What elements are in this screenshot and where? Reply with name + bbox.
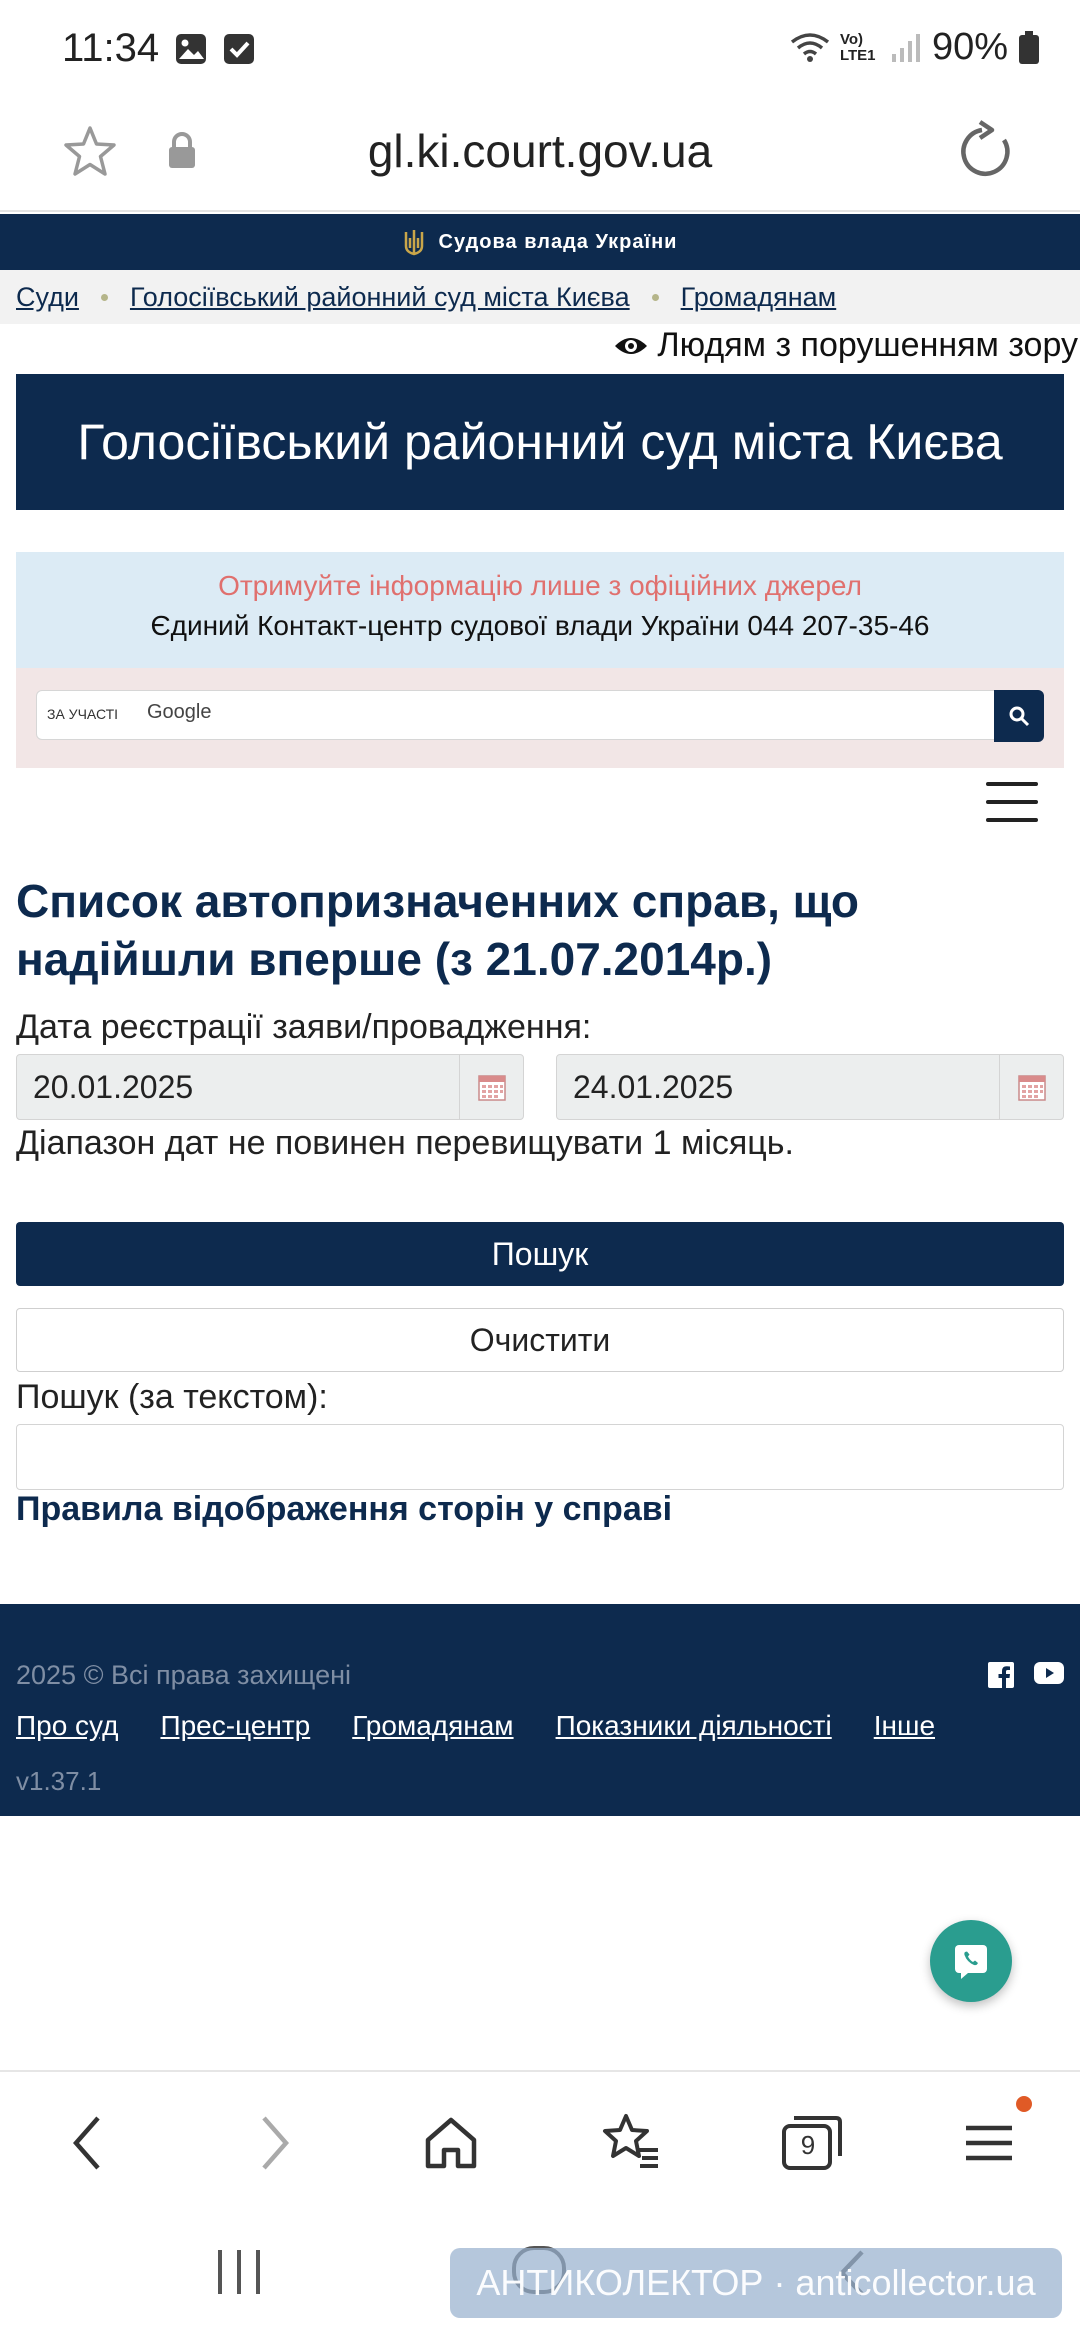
notification-dot	[1016, 2096, 1032, 2112]
breadcrumb-separator	[651, 293, 659, 301]
watermark: АНТИКОЛЕКТОР · anticollector.ua	[450, 2248, 1062, 2318]
call-button[interactable]	[930, 1920, 1012, 2002]
judiciary-title: Судова влада України	[438, 230, 678, 253]
site-footer: 2025 © Всі права захищені Про суд Прес-ц…	[0, 1604, 1080, 1816]
recents-icon[interactable]	[218, 2250, 260, 2294]
phone-chat-icon	[955, 1945, 987, 1979]
signal-icon	[891, 33, 920, 62]
site-version: v1.37.1	[16, 1766, 102, 1796]
footer-links: Про суд Прес-центр Громадянам Показники …	[16, 1710, 935, 1742]
url-text[interactable]: gl.ki.court.gov.ua	[0, 124, 1080, 178]
text-search-label: Пошук (за текстом):	[16, 1378, 328, 1416]
google-brand: Google	[147, 701, 212, 723]
date-range-hint: Діапазон дат не повинен перевищувати 1 м…	[16, 1124, 794, 1162]
date-to-value: 24.01.2025	[573, 1069, 734, 1105]
tab-count: 9	[800, 2130, 816, 2160]
menu-hamburger-icon[interactable]	[986, 782, 1038, 826]
date-from-value: 20.01.2025	[33, 1069, 194, 1105]
wifi-icon	[790, 32, 830, 62]
date-range-label: Дата реєстрації заяви/провадження:	[16, 1008, 592, 1046]
breadcrumb-courts[interactable]: Суди	[16, 282, 79, 313]
official-sources-warning: Отримуйте інформацію лише з офіційних дж…	[218, 570, 862, 601]
copyright: 2025 © Всі права захищені	[16, 1660, 351, 1690]
google-search-input[interactable]: ЗА УЧАСТІ Google	[36, 690, 1044, 742]
network-label: Vo) LTE1	[839, 30, 876, 64]
clear-button[interactable]: Очистити	[16, 1308, 1064, 1372]
eye-icon	[615, 337, 648, 354]
search-button[interactable]: Пошук	[16, 1222, 1064, 1286]
battery-icon	[1019, 30, 1039, 64]
home-icon[interactable]	[416, 2108, 486, 2178]
breadcrumb-separator	[100, 293, 108, 301]
party-display-rules-link[interactable]: Правила відображення сторін у справі	[16, 1490, 672, 1529]
contact-center-info: Єдиний Контакт-центр судової влади Украї…	[150, 610, 930, 641]
breadcrumb: Суди Голосіївський районний суд міста Ки…	[0, 270, 1080, 324]
facebook-icon[interactable]	[988, 1662, 1014, 1688]
judiciary-top-band[interactable]: Судова влада України	[0, 214, 1080, 270]
back-arrow-icon[interactable]	[54, 2108, 124, 2178]
battery-percent: 90%	[931, 26, 1008, 68]
browser-menu-icon[interactable]	[954, 2108, 1024, 2178]
footer-link-press[interactable]: Прес-центр	[160, 1710, 310, 1742]
status-indicators: Vo) LTE1 90%	[790, 26, 1040, 69]
youtube-icon[interactable]	[1034, 1662, 1064, 1684]
breadcrumb-citizens[interactable]: Громадянам	[681, 282, 837, 313]
footer-link-other[interactable]: Інше	[874, 1710, 935, 1742]
footer-link-about[interactable]: Про суд	[16, 1710, 118, 1742]
google-search-button[interactable]	[994, 690, 1044, 742]
date-from-field[interactable]: 20.01.2025	[16, 1054, 524, 1120]
google-search-band: ЗА УЧАСТІ Google	[16, 668, 1064, 768]
reload-icon[interactable]	[954, 120, 1018, 184]
breadcrumb-court[interactable]: Голосіївський районний суд міста Києва	[130, 282, 630, 313]
browser-bottom-bar: 9	[0, 2070, 1080, 2210]
social-links	[988, 1662, 1064, 1688]
accessibility-label: Людям з порушенням зору	[657, 326, 1078, 364]
tabs-button[interactable]: 9	[778, 2108, 848, 2178]
footer-link-citizens[interactable]: Громадянам	[352, 1710, 513, 1742]
calendar-icon[interactable]	[459, 1055, 523, 1119]
trident-icon	[404, 230, 423, 256]
checkbox-notification-icon	[224, 34, 254, 64]
search-icon	[1009, 706, 1030, 727]
bookmarks-icon[interactable]	[596, 2108, 666, 2178]
status-bar: 11:34 Vo) LTE1 90%	[0, 0, 1080, 100]
status-time: 11:34	[62, 26, 160, 70]
court-title-banner[interactable]: Голосіївський районний суд міста Києва	[16, 374, 1064, 510]
footer-link-performance[interactable]: Показники діяльності	[556, 1710, 832, 1742]
forward-arrow-icon[interactable]	[238, 2108, 308, 2178]
browser-url-bar: gl.ki.court.gov.ua	[0, 100, 1080, 212]
accessibility-link[interactable]: Людям з порушенням зору	[613, 326, 1078, 365]
date-to-field[interactable]: 24.01.2025	[556, 1054, 1064, 1120]
court-title: Голосіївський районний суд міста Києва	[77, 414, 1003, 470]
google-search-prefix: ЗА УЧАСТІ	[47, 706, 119, 722]
calendar-icon[interactable]	[999, 1055, 1063, 1119]
page-title: Список автопризначенних справ, що надійш…	[16, 875, 859, 985]
text-search-input[interactable]	[16, 1424, 1064, 1490]
gallery-notification-icon	[176, 34, 206, 64]
info-banner: Отримуйте інформацію лише з офіційних дж…	[16, 552, 1064, 668]
